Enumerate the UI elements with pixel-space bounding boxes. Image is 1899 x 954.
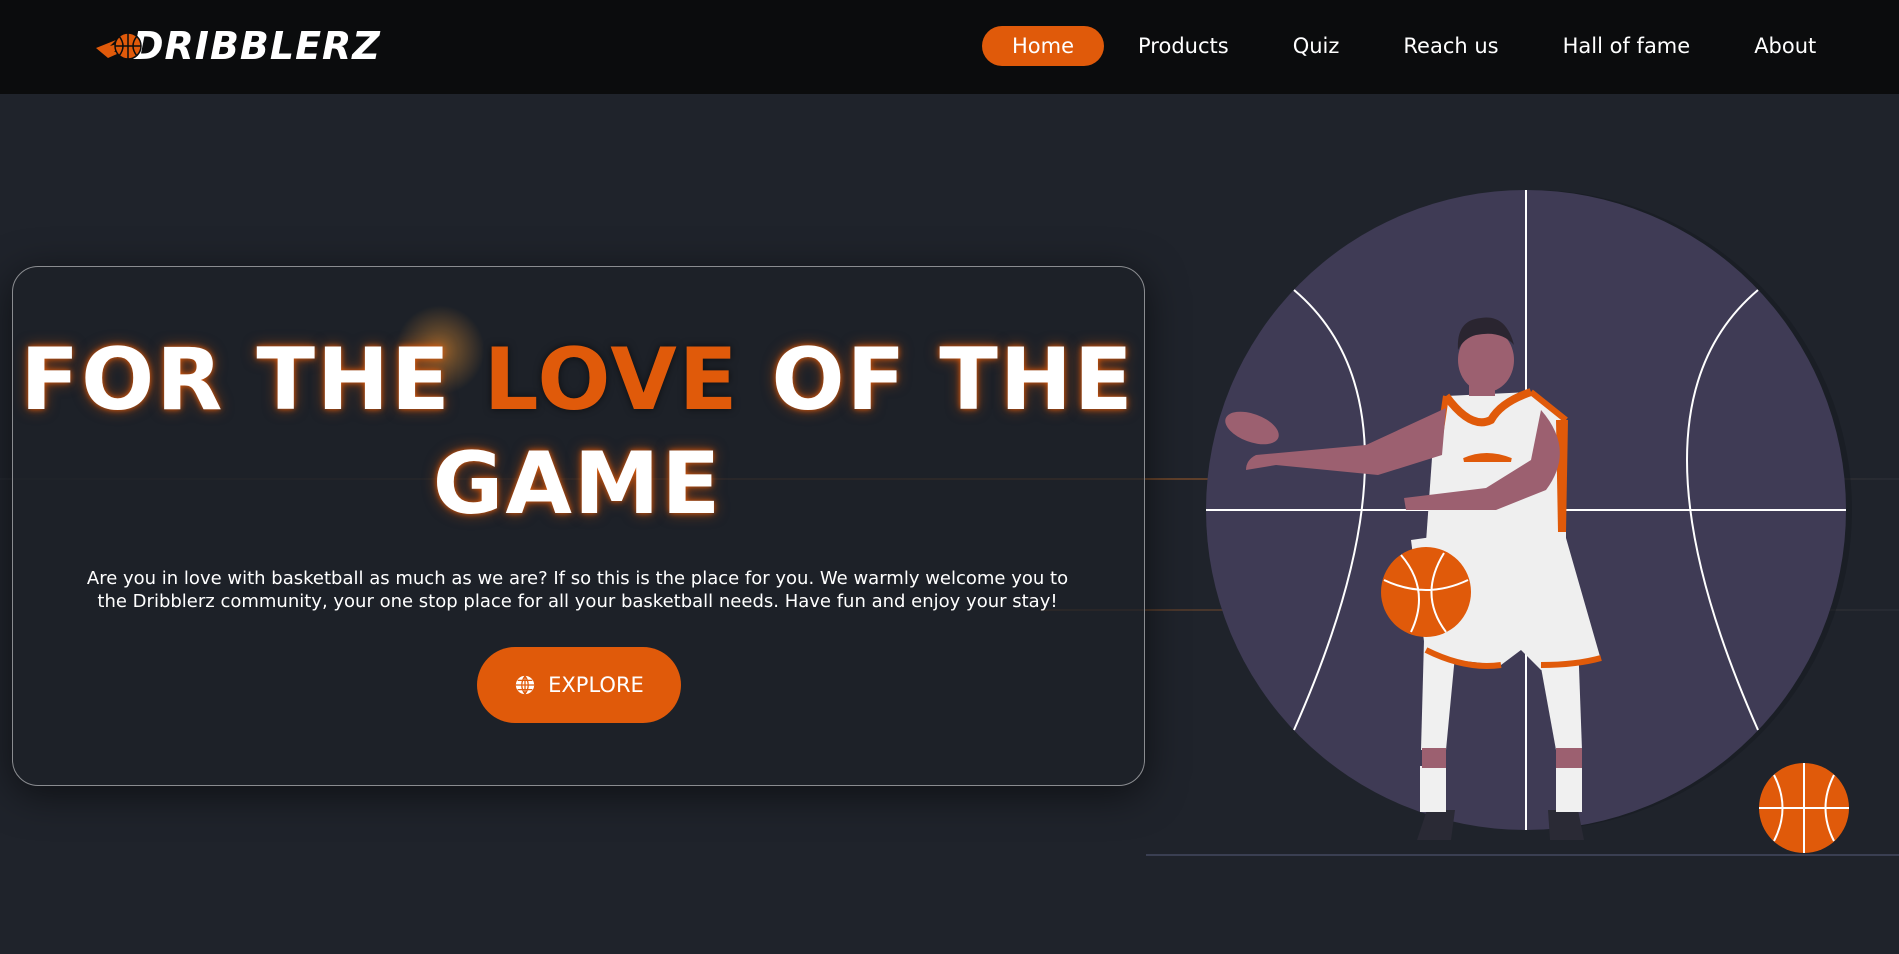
nav-item-reach-us[interactable]: Reach us <box>1373 26 1528 66</box>
hero-headline: FOR THE LOVE OF THE GAME <box>12 328 1143 536</box>
nav-item-about[interactable]: About <box>1724 26 1846 66</box>
nav-menu: Home Products Quiz Reach us Hall of fame… <box>982 26 1850 66</box>
globe-icon <box>515 675 535 695</box>
brand-name: DRIBBLERZ <box>132 24 381 68</box>
explore-button[interactable]: EXPLORE <box>477 647 681 723</box>
brand-logo[interactable]: DRIBBLERZ <box>94 22 381 70</box>
basketball-player-illustration <box>1146 190 1899 856</box>
nav-item-hall-of-fame[interactable]: Hall of fame <box>1533 26 1721 66</box>
nav-item-quiz[interactable]: Quiz <box>1263 26 1370 66</box>
explore-label: EXPLORE <box>548 673 644 697</box>
hero-tagline: Are you in love with basketball as much … <box>86 568 1069 612</box>
headline-accent: LOVE <box>483 330 740 430</box>
nav-item-home[interactable]: Home <box>982 26 1105 66</box>
top-navbar: DRIBBLERZ Home Products Quiz Reach us Ha… <box>0 0 1899 94</box>
nav-item-products[interactable]: Products <box>1108 26 1259 66</box>
headline-part-1: FOR THE <box>20 330 484 430</box>
flaming-basketball-icon <box>96 32 142 60</box>
